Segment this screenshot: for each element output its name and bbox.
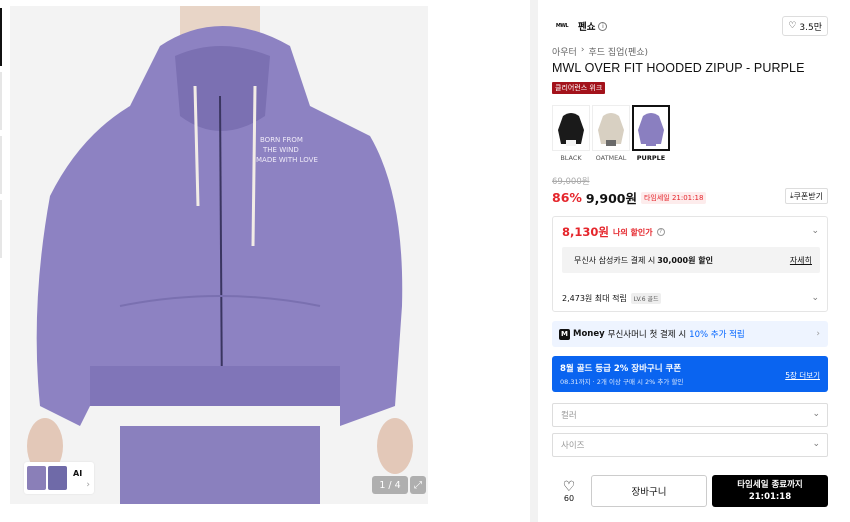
color-label: BLACK [560, 154, 582, 162]
help-icon[interactable]: ? [656, 228, 665, 236]
size-select-placeholder: 사이즈 [561, 441, 585, 451]
brand-logo[interactable]: MWL [552, 21, 572, 31]
card-discount-prefix: 무신사 삼성카드 결제 시 [574, 255, 656, 265]
print-line-3: MADE WITH LOVE [256, 156, 318, 164]
timesale-badge: 타임세일 21:01:18 [640, 191, 707, 204]
like-count: 60 [563, 493, 575, 503]
chevron-down-icon[interactable]: ⌄ [811, 226, 819, 236]
original-price: 69,000원 [552, 177, 590, 187]
level-badge: LV.6 골드 [630, 293, 662, 304]
card-discount-row: 무신사 삼성카드 결제 시 30,000원 할인 자세히 [562, 247, 820, 273]
ai-label: AI [73, 468, 83, 478]
heart-icon: ♡ [562, 478, 576, 495]
gallery-mini-thumbs[interactable]: AI › [24, 462, 94, 494]
swatch-image [632, 105, 670, 151]
card-detail-link[interactable]: 자세히 [790, 255, 812, 266]
color-option-purple[interactable]: PURPLE [632, 105, 670, 162]
mini-thumb-2[interactable] [48, 466, 67, 490]
chevron-right-icon: › [86, 480, 90, 490]
money-highlight: 10% 추가 적립 [689, 330, 745, 340]
buy-button-timer: 21:01:18 [748, 492, 792, 502]
points-text: 2,473원 최대 적립 [562, 294, 627, 303]
thumbnail-4[interactable] [0, 200, 2, 258]
cart-button[interactable]: 장바구니 [591, 475, 707, 507]
hoodie-illustration: BORN FROM THE WIND MADE WITH LOVE [27, 6, 413, 504]
coupon-banner[interactable]: 8월 골드 등급 2% 장바구니 쿠폰 08.31까지 · 2개 이상 구매 시… [552, 356, 828, 392]
color-options: BLACK OATMEAL PURPLE [552, 105, 670, 162]
coupon-button-label: 쿠폰받기 [793, 191, 823, 201]
coupon-banner-title: 8월 골드 등급 2% 장바구니 쿠폰 [560, 364, 682, 374]
points-row[interactable]: 2,473원 최대 적립 LV.6 골드 [562, 293, 662, 304]
buy-button-line1: 타임세일 종료까지 [737, 480, 803, 490]
brand-name[interactable]: 펜쇼 [578, 19, 595, 33]
like-button[interactable]: ♡ 60 [552, 474, 586, 508]
thumbnail-3[interactable] [0, 136, 2, 194]
chevron-down-icon: ⌄ [812, 439, 820, 449]
my-discount-amount: 8,130원 [562, 225, 609, 239]
thumbnail-1[interactable] [0, 8, 2, 66]
sale-price: 9,900원 [585, 191, 637, 206]
print-line-1: BORN FROM [260, 136, 303, 144]
clearance-badge: 클리어런스 위크 [552, 82, 606, 94]
discount-rate: 86% [552, 190, 582, 205]
mini-thumb-1[interactable] [27, 466, 46, 490]
product-main-image[interactable]: BORN FROM THE WIND MADE WITH LOVE AI › 1… [10, 6, 428, 504]
info-icon[interactable]: i [598, 21, 608, 31]
product-info-panel: MWL 펜쇼 i ♡ 3.5만 아우터 › 후드 집업(펜쇼) MWL OVER… [552, 0, 828, 522]
product-title: MWL OVER FIT HOODED ZIPUP - PURPLE [552, 61, 805, 75]
breadcrumb: 아우터 › 후드 집업(펜쇼) [552, 45, 648, 58]
brand-row: MWL 펜쇼 i ♡ 3.5만 [552, 16, 828, 36]
card-discount-amount: 30,000원 할인 [657, 255, 713, 265]
section-divider [530, 0, 538, 522]
money-promo-bar[interactable]: M Money 무신사머니 첫 결제 시 10% 추가 적립 › [552, 321, 828, 347]
size-select[interactable]: 사이즈 ⌄ [552, 433, 828, 457]
money-text: 무신사머니 첫 결제 시 [607, 330, 687, 340]
chevron-right-icon: › [580, 45, 585, 55]
price-row: 86% 9,900원 타임세일 21:01:18 ⤓ 쿠폰받기 [552, 188, 828, 207]
color-select-placeholder: 컬러 [561, 411, 577, 421]
action-bar: ♡ 60 장바구니 타임세일 종료까지 21:01:18 [552, 474, 828, 508]
chevron-down-icon: ⌄ [812, 409, 820, 419]
color-option-black[interactable]: BLACK [552, 105, 590, 162]
color-option-oatmeal[interactable]: OATMEAL [592, 105, 630, 162]
expand-icon[interactable]: ⤢ [410, 476, 426, 494]
image-counter: 1 / 4 [372, 476, 408, 494]
chevron-down-icon[interactable]: ⌄ [811, 293, 819, 303]
money-logo-icon: M [559, 328, 570, 340]
coupon-button[interactable]: ⤓ 쿠폰받기 [785, 188, 828, 204]
my-discount-row[interactable]: 8,130원 나의 할인가 ? [562, 224, 665, 240]
brand-like-count: 3.5만 [799, 22, 822, 33]
print-line-2: THE WIND [262, 146, 299, 154]
coupon-banner-subtitle: 08.31까지 · 2개 이상 구매 시 2% 추가 할인 [560, 378, 684, 386]
money-brand: Money [573, 329, 605, 339]
swatch-image [552, 105, 590, 151]
heart-icon: ♡ [788, 21, 797, 31]
brand-like-button[interactable]: ♡ 3.5만 [782, 16, 828, 36]
thumbnail-strip [0, 0, 3, 522]
color-select[interactable]: 컬러 ⌄ [552, 403, 828, 427]
my-discount-label: 나의 할인가 [612, 227, 653, 237]
thumbnail-2[interactable] [0, 72, 2, 130]
swatch-image [592, 105, 630, 151]
chevron-right-icon: › [816, 329, 820, 339]
buy-button[interactable]: 타임세일 종료까지 21:01:18 [712, 475, 828, 507]
breadcrumb-item[interactable]: 아우터 [552, 45, 577, 58]
color-label: OATMEAL [595, 154, 627, 162]
coupon-more-link[interactable]: 5장 더보기 [785, 370, 820, 381]
color-label: PURPLE [636, 154, 666, 162]
breadcrumb-item[interactable]: 후드 집업(펜쇼) [588, 45, 648, 58]
discount-box: 8,130원 나의 할인가 ? ⌄ 무신사 삼성카드 결제 시 30,000원 … [552, 216, 828, 312]
